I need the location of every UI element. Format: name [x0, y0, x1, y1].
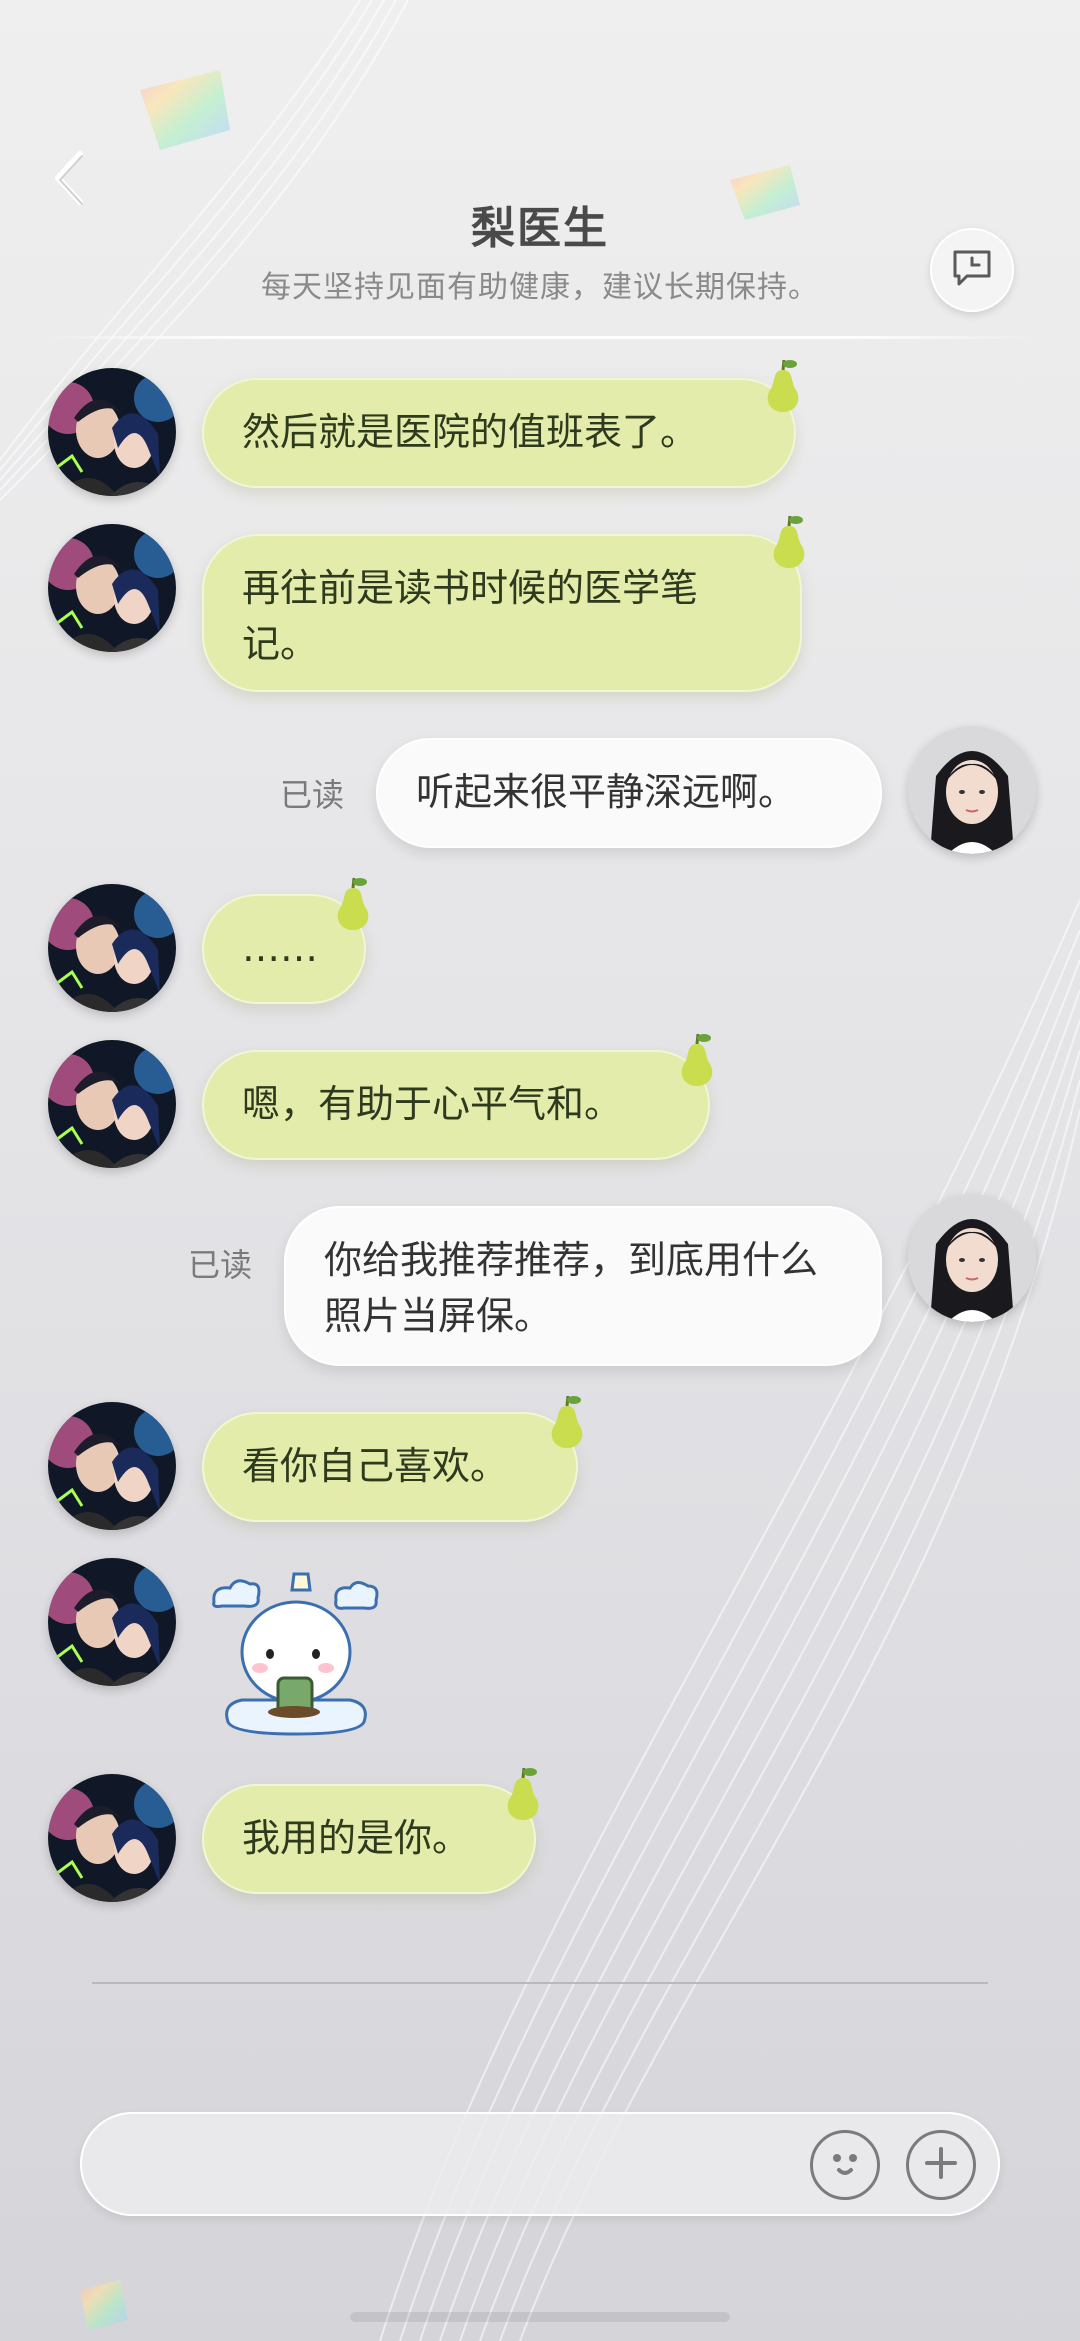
user-avatar[interactable] — [908, 1194, 1036, 1322]
pear-icon — [337, 877, 369, 930]
doctor-avatar[interactable] — [48, 884, 176, 1012]
pear-icon — [681, 1033, 713, 1086]
user-avatar[interactable] — [908, 726, 1036, 854]
plus-icon — [921, 2143, 961, 2187]
message-composer — [80, 2112, 1000, 2216]
message-bubble-user[interactable]: 听起来很平静深远啊。 — [376, 738, 882, 848]
pear-icon — [767, 359, 799, 412]
home-indicator — [350, 2312, 730, 2322]
message-bubble-bot[interactable]: 看你自己喜欢。 — [202, 1412, 578, 1522]
composer-divider — [92, 1982, 988, 1984]
doctor-avatar[interactable] — [48, 524, 176, 652]
smiley-face-icon — [820, 2138, 870, 2192]
doctor-avatar[interactable] — [48, 1402, 176, 1530]
read-status-label: 已读 — [188, 1246, 253, 1284]
message-bubble-bot[interactable]: 再往前是读书时候的医学笔记。 — [202, 534, 802, 692]
message-bubble-bot[interactable]: 我用的是你。 — [202, 1784, 536, 1894]
add-attachment-button[interactable] — [906, 2130, 976, 2200]
doctor-avatar[interactable] — [48, 1774, 176, 1902]
cloud-bear-drinking-tea-sticker[interactable] — [208, 1572, 384, 1736]
chat-message-list[interactable]: 然后就是医院的值班表了。 再往前是读书时候的医学笔记。 已读 听起来很平静深远啊… — [0, 0, 1080, 1990]
pear-icon — [507, 1767, 539, 1820]
message-bubble-bot[interactable]: 嗯，有助于心平气和。 — [202, 1050, 710, 1160]
doctor-avatar[interactable] — [48, 1040, 176, 1168]
emoji-button[interactable] — [810, 2130, 880, 2200]
message-bubble-bot[interactable]: 然后就是医院的值班表了。 — [202, 378, 796, 488]
doctor-avatar[interactable] — [48, 1558, 176, 1686]
message-bubble-user[interactable]: 你给我推荐推荐，到底用什么照片当屏保。 — [284, 1206, 882, 1366]
pear-icon — [551, 1395, 583, 1448]
pear-icon — [773, 515, 805, 568]
message-input[interactable] — [120, 2132, 844, 2198]
read-status-label: 已读 — [280, 776, 345, 814]
doctor-avatar[interactable] — [48, 368, 176, 496]
